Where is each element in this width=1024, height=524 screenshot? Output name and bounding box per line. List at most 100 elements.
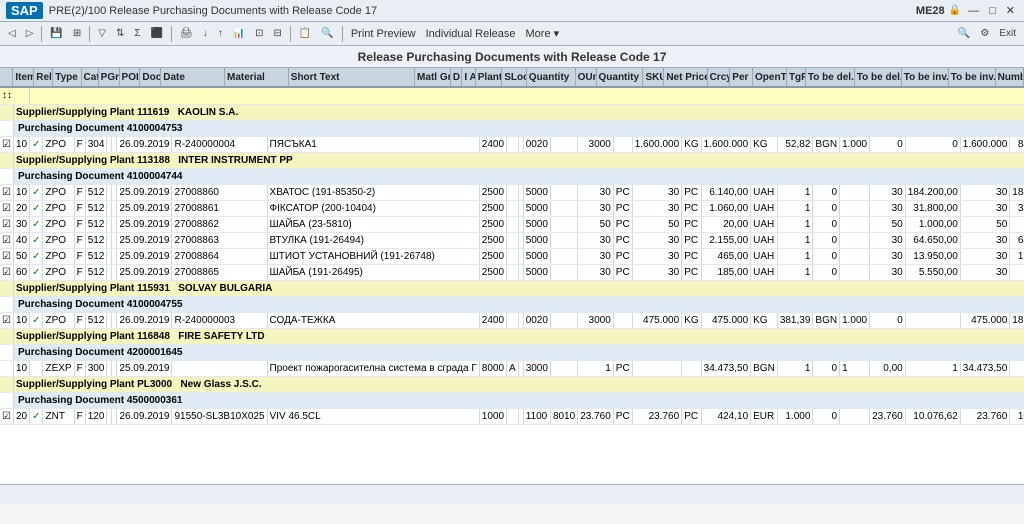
cell-per: 1.000 <box>840 136 870 152</box>
search-icon[interactable]: 🔍 <box>954 26 974 41</box>
row-checkbox[interactable]: ☑ <box>0 184 13 200</box>
cell-date: 25.09.2019 <box>117 184 172 200</box>
forward-btn[interactable]: ▷ <box>22 26 38 41</box>
cell-cat: F <box>74 200 85 216</box>
cell-tgf <box>840 184 870 200</box>
shortcut-btn[interactable]: ⊞ <box>69 26 85 41</box>
cell-qty2: 30 <box>632 248 682 264</box>
sort-btn[interactable]: ⇅ <box>112 26 128 41</box>
table-row[interactable]: ☑ 20 ✓ ZNT F 120 26.09.2019 91550-SL3B10… <box>0 408 1024 424</box>
row-checkbox[interactable]: ☑ <box>0 216 13 232</box>
cell-per: 1 <box>777 248 813 264</box>
cell-material: 27008860 <box>172 184 267 200</box>
cell-rel: ✓ <box>30 312 43 328</box>
deselect-btn[interactable]: ⊟ <box>270 26 286 41</box>
cell-item: 10 <box>13 312 29 328</box>
cell-sku: KG <box>682 312 701 328</box>
cell-rel: ✓ <box>30 232 43 248</box>
cell-rel: ✓ <box>30 136 43 152</box>
col-tobeinv1-header: To be inv. <box>902 68 949 86</box>
cell-d <box>507 408 519 424</box>
table-row[interactable]: ☑ 60 ✓ ZPO F 512 25.09.2019 27008865 ШАЙ… <box>0 264 1024 280</box>
cell-item: 20 <box>13 200 29 216</box>
cell-item: 10 <box>13 184 29 200</box>
graph-btn[interactable]: 📊 <box>229 26 249 41</box>
row-checkbox[interactable] <box>0 360 13 376</box>
row-checkbox[interactable]: ☑ <box>0 264 13 280</box>
display-btn[interactable]: 🔍 <box>317 26 337 41</box>
cell-type: ZEXP <box>43 360 74 376</box>
cell-qty2: 475.000 <box>632 312 682 328</box>
filter-btn[interactable]: ▽ <box>94 26 110 41</box>
minimize-btn[interactable]: — <box>965 5 982 17</box>
cell-tobeinv: 30 <box>960 184 1010 200</box>
cell-matgrp: 2400 <box>479 136 506 152</box>
row-checkbox[interactable]: ☑ <box>0 232 13 248</box>
cell-tobeinv: 30 <box>960 248 1010 264</box>
cell-tobedel-val: 1 <box>905 360 960 376</box>
details-btn[interactable]: 📋 <box>295 26 315 41</box>
cell-d <box>507 136 519 152</box>
row-checkbox[interactable]: ☑ <box>0 200 13 216</box>
cell-plant: 0020 <box>523 136 550 152</box>
table-row[interactable]: ☑ 10 ✓ ZPO F 304 26.09.2019 R-240000004 … <box>0 136 1024 152</box>
table-row[interactable]: ☑ 10 ✓ ZPO F 512 26.09.2019 R-240000003 … <box>0 312 1024 328</box>
print-btn[interactable]: 🖨 <box>176 26 197 41</box>
row-checkbox[interactable]: ☑ <box>0 408 13 424</box>
save-btn[interactable]: 💾 <box>46 26 66 41</box>
upload-btn[interactable]: ↑ <box>214 26 227 41</box>
cell-plant: 5000 <box>523 200 550 216</box>
maximize-btn[interactable]: □ <box>986 5 999 17</box>
more-btn[interactable]: More ▾ <box>522 27 564 40</box>
cell-matgrp: 2500 <box>479 248 506 264</box>
table-row[interactable]: 10 ZEXP F 300 25.09.2019 Проект пожарога… <box>0 360 1024 376</box>
cell-item: 10 <box>13 136 29 152</box>
lock-icon: 🔒 <box>949 5 961 16</box>
table-row[interactable]: ☑ 50 ✓ ZPO F 512 25.09.2019 27008864 ШТИ… <box>0 248 1024 264</box>
row-checkbox[interactable]: ☑ <box>0 136 13 152</box>
cell-crcy: BGN <box>813 312 840 328</box>
print-preview-btn[interactable]: Print Preview <box>347 28 420 40</box>
cell-openqty: 0 <box>813 232 840 248</box>
col-sku-header: SKU <box>643 68 664 86</box>
close-btn[interactable]: ✕ <box>1003 4 1018 17</box>
cell-per: 1.000 <box>777 408 813 424</box>
back-btn[interactable]: ◁ <box>4 26 20 41</box>
cell-tobedel: 30 <box>870 232 906 248</box>
cell-qty1: 1 <box>578 360 614 376</box>
row-checkbox[interactable]: ☑ <box>0 248 13 264</box>
cell-sloc <box>550 312 577 328</box>
cell-item: 60 <box>13 264 29 280</box>
export-btn[interactable]: ↓ <box>199 26 212 41</box>
cell-crcy: BGN <box>751 360 778 376</box>
cell-netprice: 6.140,00 <box>701 184 751 200</box>
data-table: ↕↕ •• 10 Supplier/Supplying Plant 111619… <box>0 88 1024 425</box>
row-checkbox[interactable]: ☑ <box>0 312 13 328</box>
table-row[interactable]: ☑ 10 ✓ ZPO F 512 25.09.2019 27008860 ХВА… <box>0 184 1024 200</box>
select-all-btn[interactable]: ⊡ <box>251 26 267 41</box>
table-row[interactable]: ☑ 20 ✓ ZPO F 512 25.09.2019 27008861 ФІК… <box>0 200 1024 216</box>
table-row[interactable]: ☑ 40 ✓ ZPO F 512 25.09.2019 27008863 ВТУ… <box>0 232 1024 248</box>
customize-icon[interactable]: ⚙ <box>976 26 993 41</box>
cell-tgf: 0 <box>905 136 960 152</box>
cell-type: ZPO <box>43 312 74 328</box>
table-container[interactable]: Item Rel Type Cat PGr POI Doc. Date Mate… <box>0 68 1024 484</box>
cell-tobedel: 30 <box>870 200 906 216</box>
cell-short: СОДА-ТЕЖКА <box>267 312 479 328</box>
col-short-header: Short Text <box>289 68 415 86</box>
exit-btn[interactable]: Exit <box>995 26 1020 41</box>
table-row[interactable]: ☑ 30 ✓ ZPO F 512 25.09.2019 27008862 ШАЙ… <box>0 216 1024 232</box>
cell-tobeinv-val <box>1010 360 1024 376</box>
cell-qty3: 475.000 <box>701 312 751 328</box>
individual-release-btn[interactable]: Individual Release <box>422 28 520 40</box>
layout-btn[interactable]: ⬛ <box>147 26 167 41</box>
sum-btn[interactable]: Σ <box>130 26 144 41</box>
cell-openqty: 0 <box>813 248 840 264</box>
cell-pgr: 512 <box>85 232 107 248</box>
cell-netprice: 185,00 <box>701 264 751 280</box>
cell-short: ШАЙБА (23-5810) <box>267 216 479 232</box>
cell-per: 1 <box>777 184 813 200</box>
page-title-bar: Release Purchasing Documents with Releas… <box>0 46 1024 68</box>
cell-plant: 5000 <box>523 232 550 248</box>
cell-netprice: 424,10 <box>701 408 751 424</box>
